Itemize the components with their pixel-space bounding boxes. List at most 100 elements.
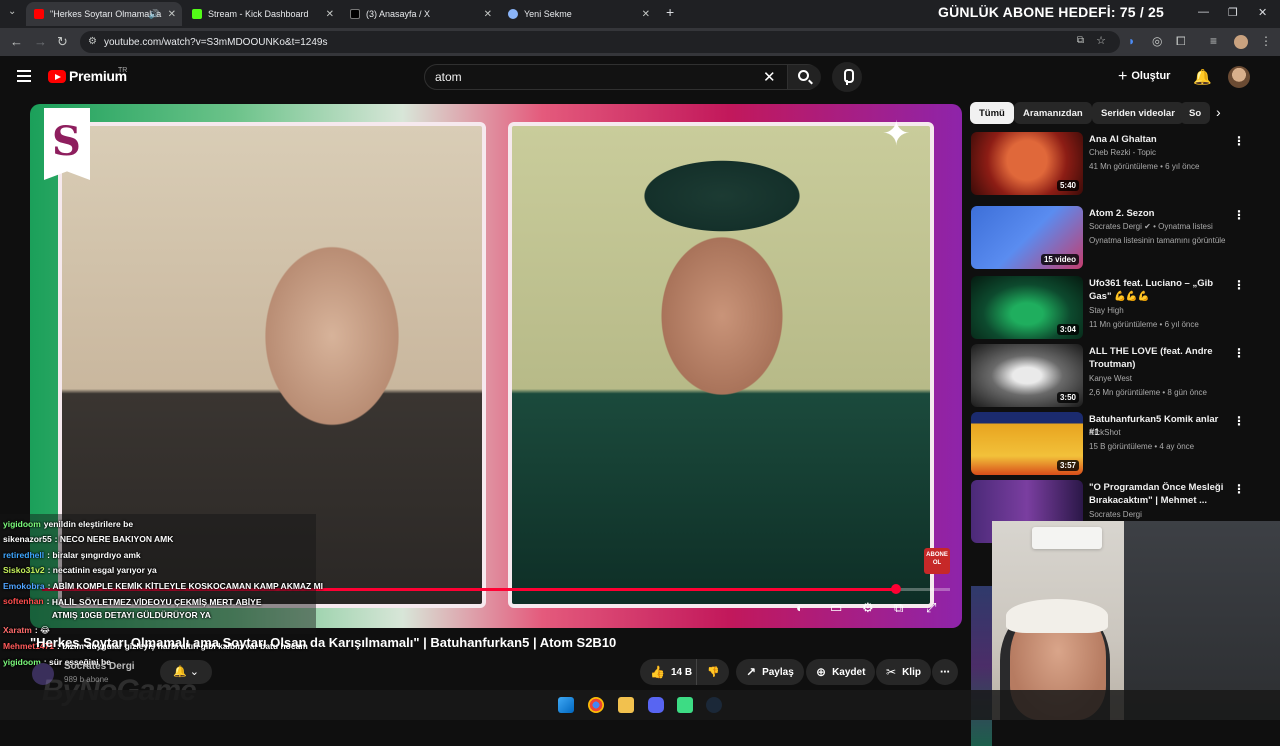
- tab-search-icon[interactable]: ⌄: [8, 6, 16, 17]
- settings-gear-icon[interactable]: ⚙: [862, 600, 874, 616]
- chip-from-search[interactable]: Aramanızdan: [1014, 102, 1092, 124]
- clear-search-icon[interactable]: ✕: [763, 68, 776, 86]
- app-icon[interactable]: [677, 697, 693, 713]
- subscribe-overlay-badge[interactable]: ABONE OL: [924, 548, 950, 574]
- rec-channel[interactable]: Stay High: [1089, 306, 1124, 315]
- chat-message: softenhan: HALİL SÖYLETMEZ VİDEOYU ÇEKMİ…: [3, 596, 280, 622]
- search-box[interactable]: atom ✕: [424, 64, 821, 90]
- tab-x[interactable]: (3) Anasayfa / X ✕: [342, 2, 498, 26]
- rec-title[interactable]: Atom 2. Sezon: [1089, 207, 1227, 220]
- close-tab-icon[interactable]: ✕: [642, 9, 650, 20]
- discord-app-icon[interactable]: [648, 697, 664, 713]
- notifications-bell-icon[interactable]: 🔔: [1193, 68, 1212, 86]
- extensions-puzzle-icon[interactable]: ⧠: [1176, 34, 1186, 49]
- back-icon[interactable]: ←: [10, 34, 23, 49]
- rec-title[interactable]: Ufo361 feat. Luciano – „Gib Gas" 💪💪💪: [1089, 277, 1227, 303]
- chat-text: ABİM KOMPLE KEMİK KİTLEYLE KOSKOCAMAN KA…: [52, 581, 324, 591]
- recommended-video[interactable]: 3:50 ALL THE LOVE (feat. Andre Troutman)…: [971, 344, 1261, 408]
- chip-more[interactable]: So: [1180, 102, 1211, 124]
- more-options-icon[interactable]: ⋮: [1233, 414, 1245, 428]
- close-window-icon[interactable]: ✕: [1258, 6, 1267, 19]
- new-tab-icon[interactable]: +: [666, 4, 674, 20]
- site-info-icon[interactable]: ⚙: [88, 36, 97, 47]
- rec-channel[interactable]: Kanye West: [1089, 374, 1132, 383]
- like-button[interactable]: 👍 14 B: [640, 659, 701, 685]
- more-actions-button[interactable]: ⋯: [932, 659, 958, 685]
- video-thumbnail[interactable]: 5:40: [971, 132, 1083, 195]
- rec-channel[interactable]: Socrates Dergi ✔ • Oynatma listesi: [1089, 222, 1213, 231]
- extension-icon[interactable]: ◎: [1152, 34, 1162, 48]
- profile-avatar[interactable]: [1234, 35, 1248, 49]
- clip-button[interactable]: ✂ Klip: [876, 659, 931, 685]
- more-options-icon[interactable]: ⋮: [1233, 134, 1245, 148]
- recommended-video[interactable]: 5:40 Ana Al Ghaltan Cheb Rezki - Topic 4…: [971, 132, 1261, 196]
- maximize-icon[interactable]: ❐: [1228, 6, 1238, 19]
- tab-youtube[interactable]: "Herkes Soytarı Olmamalı a... 🔊 ✕: [26, 2, 182, 26]
- media-icon[interactable]: ≡: [1210, 34, 1217, 48]
- chat-message: retiredhell: biralar şıngırdıyo amk: [3, 550, 141, 560]
- search-input[interactable]: atom: [435, 70, 462, 84]
- playlist-thumbnail[interactable]: 15 video: [971, 206, 1083, 269]
- minimize-icon[interactable]: —: [1198, 6, 1209, 18]
- search-icon: [798, 70, 809, 81]
- video-thumbnail[interactable]: 3:04: [971, 276, 1083, 339]
- fullscreen-icon[interactable]: ⤢: [926, 600, 936, 616]
- more-options-icon[interactable]: ⋮: [1233, 482, 1245, 496]
- close-tab-icon[interactable]: ✕: [326, 9, 334, 20]
- channel-name[interactable]: Socrates Dergi: [64, 661, 135, 672]
- windows-taskbar: [0, 690, 1280, 720]
- rec-meta: 41 Mn görüntüleme • 6 yıl önce: [1089, 162, 1200, 171]
- save-button[interactable]: ⊕ Kaydet: [806, 659, 876, 685]
- steam-app-icon[interactable]: [706, 697, 722, 713]
- recommended-video[interactable]: 3:57 Batuhanfurkan5 Komik anlar #1 KickS…: [971, 412, 1261, 476]
- rec-channel[interactable]: Socrates Dergi: [1089, 510, 1142, 519]
- share-button[interactable]: ↗ Paylaş: [736, 659, 804, 685]
- rec-meta[interactable]: Oynatma listesinin tamamını görüntüle: [1089, 236, 1226, 245]
- rec-title[interactable]: ALL THE LOVE (feat. Andre Troutman): [1089, 345, 1227, 371]
- miniplayer-icon[interactable]: ⧉: [894, 600, 903, 616]
- rec-channel[interactable]: Cheb Rezki - Topic: [1089, 148, 1156, 157]
- create-button[interactable]: + Oluştur: [1118, 68, 1170, 86]
- scrubber-handle[interactable]: [890, 584, 901, 594]
- autoplay-toggle-icon[interactable]: ◐: [796, 600, 804, 615]
- account-avatar[interactable]: [1228, 66, 1250, 88]
- recommended-playlist[interactable]: 15 video Atom 2. Sezon Socrates Dergi ✔ …: [971, 206, 1261, 270]
- more-options-icon[interactable]: ⋮: [1233, 278, 1245, 292]
- chip-all[interactable]: Tümü: [970, 102, 1014, 124]
- rec-title[interactable]: Ana Al Ghaltan: [1089, 133, 1227, 146]
- audio-icon[interactable]: 🔊: [149, 9, 160, 20]
- chrome-favicon-icon: [508, 9, 518, 19]
- browser-menu-icon[interactable]: ⋮: [1260, 34, 1272, 48]
- recommended-video[interactable]: 3:04 Ufo361 feat. Luciano – „Gib Gas" 💪💪…: [971, 276, 1261, 340]
- more-options-icon[interactable]: ⋮: [1233, 208, 1245, 222]
- close-tab-icon[interactable]: ✕: [484, 9, 492, 20]
- chat-message: Emokobra: ABİM KOMPLE KEMİK KİTLEYLE KOS…: [3, 581, 324, 591]
- extension-icon[interactable]: ◗: [1128, 34, 1135, 48]
- file-explorer-icon[interactable]: [618, 697, 634, 713]
- dislike-button[interactable]: 👎: [696, 659, 730, 685]
- partially-hidden-thumbnail[interactable]: [971, 586, 992, 746]
- bookmark-star-icon[interactable]: ☆: [1096, 34, 1106, 47]
- chip-series[interactable]: Seriden videolar: [1092, 102, 1184, 124]
- search-button[interactable]: [787, 65, 821, 89]
- chrome-app-icon[interactable]: [588, 697, 604, 713]
- forward-icon[interactable]: →: [34, 34, 47, 49]
- reload-icon[interactable]: ↻: [57, 34, 68, 50]
- video-thumbnail[interactable]: 3:50: [971, 344, 1083, 407]
- video-thumbnail[interactable]: 3:57: [971, 412, 1083, 475]
- hamburger-menu-icon[interactable]: [17, 70, 31, 82]
- url-field[interactable]: ⚙ youtube.com/watch?v=S3mMDOOUNKo&t=1249…: [80, 31, 1120, 53]
- subtitles-icon[interactable]: ▭: [830, 600, 842, 616]
- chevron-right-icon[interactable]: ›: [1216, 104, 1221, 120]
- tab-new[interactable]: Yeni Sekme ✕: [500, 2, 656, 26]
- youtube-logo-icon[interactable]: [48, 70, 66, 83]
- cast-icon[interactable]: ⧉: [1077, 35, 1084, 46]
- youtube-favicon-icon: [34, 9, 44, 19]
- tab-kick[interactable]: Stream - Kick Dashboard ✕: [184, 2, 340, 26]
- rec-channel[interactable]: KickShot: [1089, 428, 1121, 437]
- windows-start-icon[interactable]: [558, 697, 574, 713]
- close-tab-icon[interactable]: ✕: [168, 9, 176, 20]
- voice-search-mic-icon[interactable]: [832, 62, 862, 92]
- rec-title[interactable]: "O Programdan Önce Mesleği Bırakacaktım"…: [1089, 481, 1227, 507]
- more-options-icon[interactable]: ⋮: [1233, 346, 1245, 360]
